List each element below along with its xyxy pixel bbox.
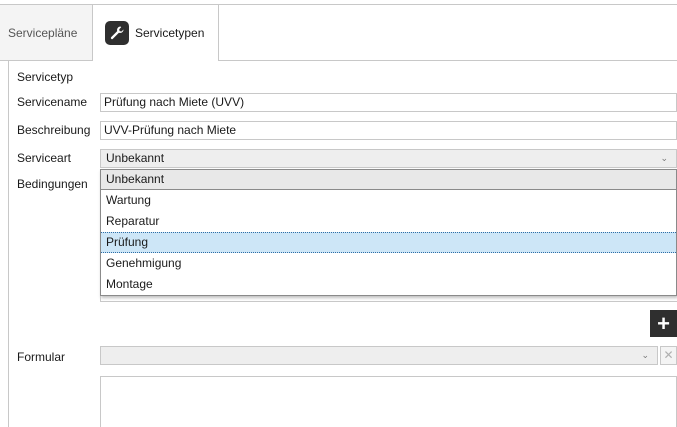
serviceart-select-value: Unbekannt xyxy=(106,151,165,165)
conditions-box xyxy=(100,296,677,302)
chevron-down-icon[interactable]: ⌄ xyxy=(660,150,668,167)
close-icon: ✕ xyxy=(663,348,674,362)
servicename-label: Servicename xyxy=(17,95,88,109)
dropdown-option-genehmigung[interactable]: Genehmigung xyxy=(101,253,676,274)
tab-servicetypen[interactable]: Servicetypen xyxy=(92,5,219,60)
beschreibung-label: Beschreibung xyxy=(17,123,91,137)
formular-clear-button[interactable]: ✕ xyxy=(660,346,677,365)
dropdown-option-wartung[interactable]: Wartung xyxy=(101,190,676,211)
dropdown-option-pruefung[interactable]: Prüfung xyxy=(101,232,676,253)
tab-serviceplaene[interactable]: Servicepläne xyxy=(0,5,92,60)
tab-servicetypen-label: Servicetypen xyxy=(135,25,205,40)
section-label-servicetyp: Servicetyp xyxy=(17,70,74,84)
tab-serviceplaene-label: Servicepläne xyxy=(8,25,78,40)
dropdown-option-montage[interactable]: Montage xyxy=(101,274,676,295)
panel-border xyxy=(8,60,9,427)
serviceart-label: Serviceart xyxy=(17,151,72,165)
wrench-icon xyxy=(105,20,129,45)
add-condition-button[interactable]: + xyxy=(650,310,677,337)
serviceart-select[interactable]: Unbekannt ⌄ xyxy=(100,149,677,168)
serviceart-dropdown-list: Unbekannt Wartung Reparatur Prüfung Gene… xyxy=(100,169,677,296)
servicename-field[interactable]: Prüfung nach Miete (UVV) xyxy=(100,93,677,112)
beschreibung-field[interactable]: UVV-Prüfung nach Miete xyxy=(100,121,677,140)
formular-label: Formular xyxy=(17,350,66,364)
formular-select[interactable]: ⌄ xyxy=(100,346,658,365)
tab-bar: Servicepläne Servicetypen xyxy=(0,5,677,60)
dropdown-option-reparatur[interactable]: Reparatur xyxy=(101,211,676,232)
chevron-down-icon[interactable]: ⌄ xyxy=(641,347,649,364)
bedingungen-label: Bedingungen xyxy=(17,177,88,191)
dropdown-option-unbekannt[interactable]: Unbekannt xyxy=(101,170,676,190)
plus-icon: + xyxy=(657,311,670,336)
formular-preview-area[interactable] xyxy=(100,376,677,427)
